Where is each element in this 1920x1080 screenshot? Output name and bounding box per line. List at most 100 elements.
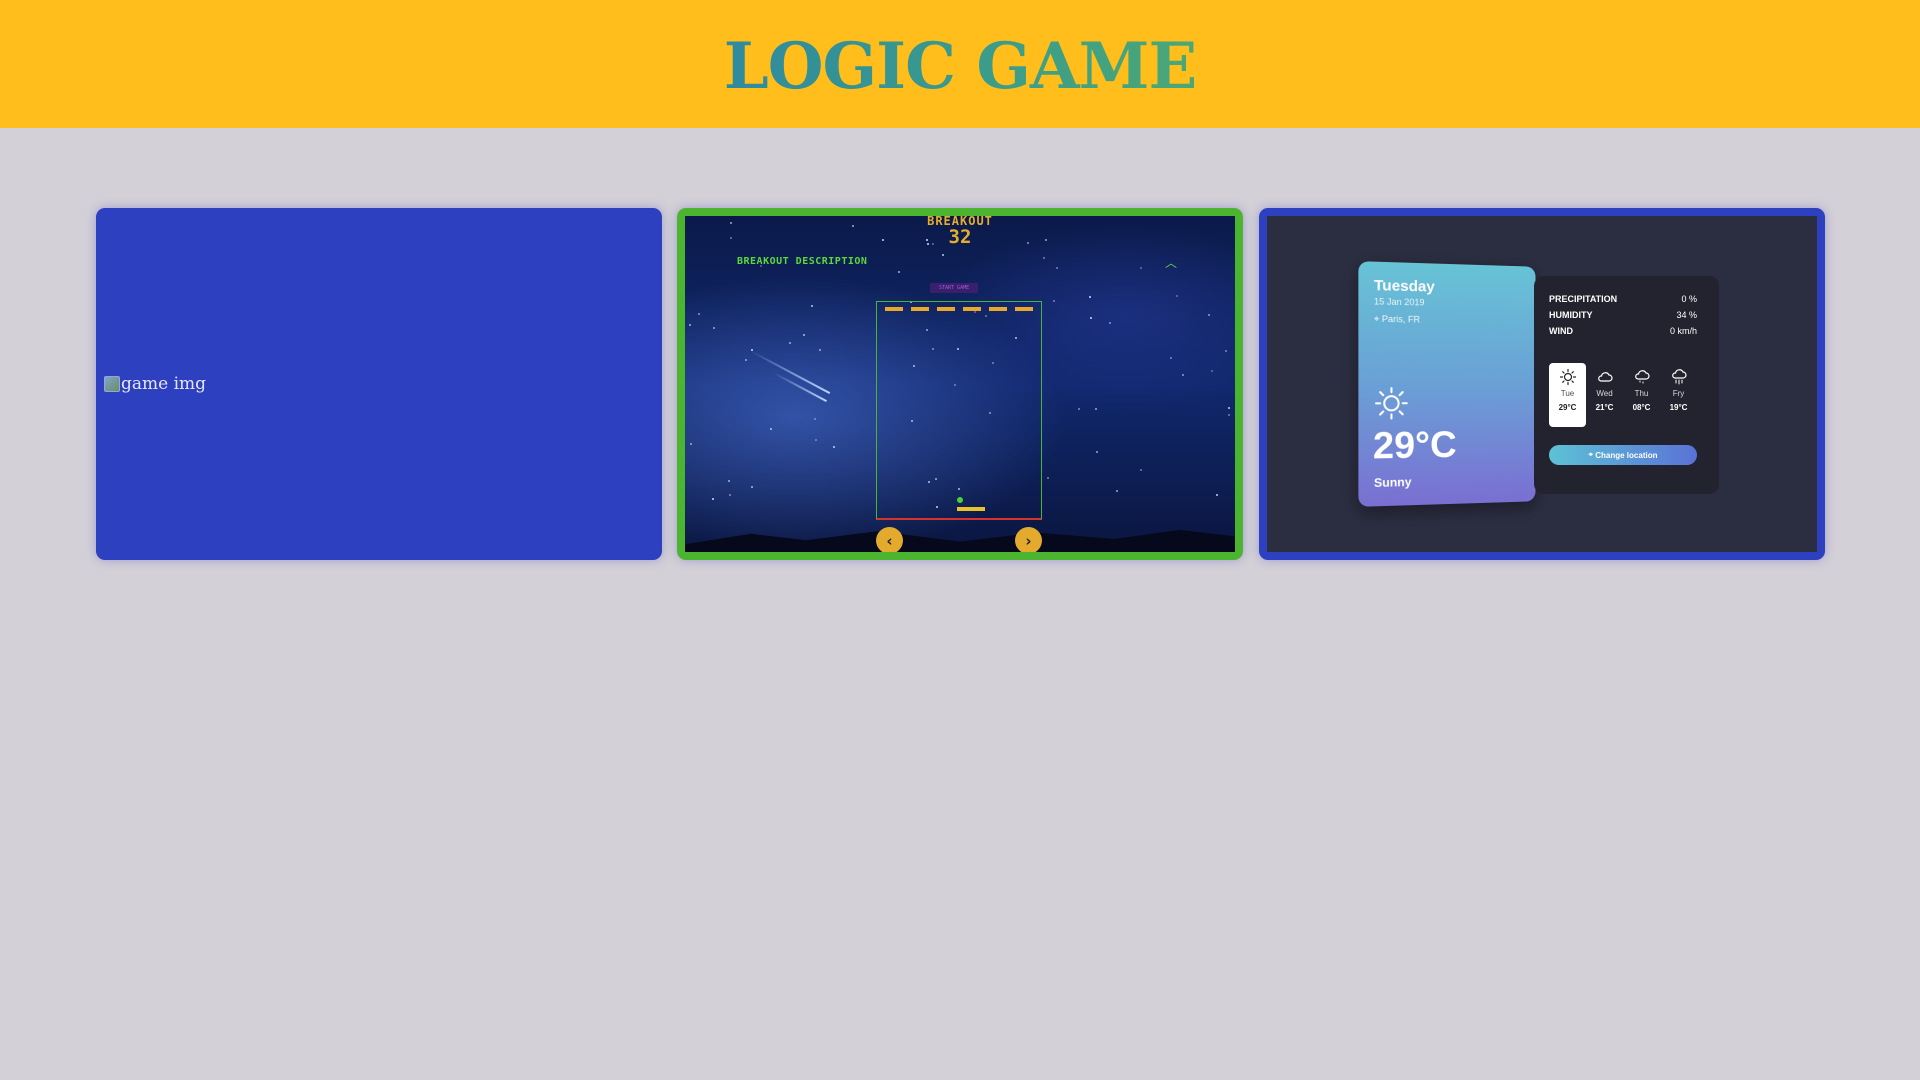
- star: [1140, 267, 1142, 269]
- forecast-day[interactable]: Tue 29°C: [1549, 363, 1586, 427]
- star: [1140, 469, 1142, 471]
- star: [1056, 267, 1058, 269]
- weather-location: ⌖ Paris, FR: [1374, 314, 1420, 326]
- ball: [957, 497, 963, 503]
- brick: [963, 307, 981, 311]
- location-pin-icon: ⌖: [1374, 314, 1382, 324]
- weather-date: 15 Jan 2019: [1374, 296, 1425, 307]
- star: [789, 342, 791, 344]
- star: [815, 439, 817, 441]
- game-image-broken[interactable]: game img: [104, 374, 206, 394]
- paddle: [957, 507, 985, 511]
- forecast-day[interactable]: Wed 21°C: [1586, 363, 1623, 427]
- star: [1078, 408, 1080, 410]
- star: [698, 313, 700, 315]
- page-title: LOGIC GAME: [724, 29, 1197, 104]
- detail-label: PRECIPITATION: [1549, 294, 1617, 304]
- star: [1208, 314, 1210, 316]
- brick: [989, 307, 1007, 311]
- chevron-left-icon[interactable]: ‹: [876, 527, 903, 552]
- weather-details-panel: PRECIPITATION 0 % HUMIDITY 34 % WIND 0 k…: [1534, 276, 1719, 494]
- star: [712, 498, 714, 500]
- brick: [937, 307, 955, 311]
- chevron-up-icon[interactable]: ︿: [1165, 254, 1177, 271]
- star: [814, 418, 816, 420]
- game-card-3[interactable]: Tuesday 15 Jan 2019 ⌖ Paris, FR 29°C Sun…: [1259, 208, 1825, 560]
- star: [1176, 295, 1178, 297]
- star: [1109, 322, 1111, 324]
- forecast-day-temp: 19°C: [1670, 403, 1688, 412]
- star: [1096, 451, 1098, 453]
- page-header: LOGIC GAME: [0, 0, 1920, 128]
- forecast-day-name: Wed: [1596, 389, 1612, 398]
- star: [942, 254, 944, 256]
- game-image-alt: game img: [121, 374, 206, 394]
- forecast-days: Tue 29°C Wed 21°C Thu 08°C Fry 19°C: [1549, 363, 1697, 427]
- sun-icon: [1559, 368, 1577, 386]
- star: [728, 480, 730, 482]
- chevron-right-icon[interactable]: ›: [1015, 527, 1042, 552]
- brick: [911, 307, 929, 311]
- star: [803, 334, 805, 336]
- star: [1228, 414, 1230, 416]
- cloud-drizzle-icon: [1633, 368, 1651, 386]
- star: [689, 324, 691, 326]
- detail-row: WIND 0 km/h: [1549, 326, 1697, 336]
- star: [729, 494, 731, 496]
- breakout-description-toggle[interactable]: BREAKOUT DESCRIPTION: [737, 256, 867, 267]
- cloud-icon: [1596, 368, 1614, 386]
- star: [1116, 490, 1118, 492]
- brick: [885, 307, 903, 311]
- start-game-button[interactable]: START GAME: [930, 283, 978, 293]
- breakout-score: 32: [685, 226, 1235, 248]
- star: [819, 349, 821, 351]
- star: [1225, 350, 1227, 352]
- star: [811, 305, 813, 307]
- forecast-day-name: Tue: [1561, 389, 1575, 398]
- star: [1047, 477, 1049, 479]
- star: [1170, 357, 1172, 359]
- star: [1182, 374, 1184, 376]
- star: [745, 359, 747, 361]
- star: [1095, 408, 1097, 410]
- breakout-board: [876, 301, 1042, 520]
- star: [751, 486, 753, 488]
- change-location-label: Change location: [1595, 451, 1657, 460]
- forecast-day-name: Thu: [1635, 389, 1649, 398]
- star: [713, 327, 715, 329]
- weather-location-text: Paris, FR: [1382, 314, 1420, 325]
- star: [1053, 300, 1055, 302]
- forecast-day[interactable]: Fry 19°C: [1660, 363, 1697, 427]
- detail-label: HUMIDITY: [1549, 310, 1593, 320]
- brick: [1015, 307, 1033, 311]
- star: [1228, 407, 1230, 409]
- weather-thumbnail[interactable]: Tuesday 15 Jan 2019 ⌖ Paris, FR 29°C Sun…: [1267, 216, 1817, 552]
- forecast-day-name: Fry: [1673, 389, 1685, 398]
- star: [1090, 317, 1092, 319]
- detail-row: HUMIDITY 34 %: [1549, 310, 1697, 320]
- cloud-rain-icon: [1670, 368, 1688, 386]
- forecast-day-temp: 21°C: [1596, 403, 1614, 412]
- star: [1089, 296, 1091, 298]
- star: [833, 446, 835, 448]
- forecast-day[interactable]: Thu 08°C: [1623, 363, 1660, 427]
- detail-row: PRECIPITATION 0 %: [1549, 294, 1697, 304]
- detail-value: 0 km/h: [1670, 326, 1697, 336]
- location-pin-icon: ⌖: [1589, 450, 1596, 460]
- weather-condition: Sunny: [1374, 475, 1412, 490]
- weather-card: Tuesday 15 Jan 2019 ⌖ Paris, FR 29°C Sun…: [1358, 261, 1535, 507]
- forecast-day-temp: 08°C: [1633, 403, 1651, 412]
- breakout-thumbnail[interactable]: BREAKOUT 32 BREAKOUT DESCRIPTION ︿ START…: [685, 216, 1235, 552]
- game-card-2[interactable]: BREAKOUT 32 BREAKOUT DESCRIPTION ︿ START…: [677, 208, 1243, 560]
- star: [898, 271, 900, 273]
- detail-value: 0 %: [1681, 294, 1697, 304]
- star: [1211, 370, 1213, 372]
- game-card-1[interactable]: game img: [96, 208, 662, 560]
- star: [1043, 257, 1045, 259]
- forecast-day-temp: 29°C: [1559, 403, 1577, 412]
- weather-day: Tuesday: [1374, 277, 1435, 296]
- change-location-button[interactable]: ⌖ Change location: [1549, 445, 1697, 465]
- weather-temperature: 29°C: [1373, 424, 1457, 468]
- star: [770, 428, 772, 430]
- star: [1216, 494, 1218, 496]
